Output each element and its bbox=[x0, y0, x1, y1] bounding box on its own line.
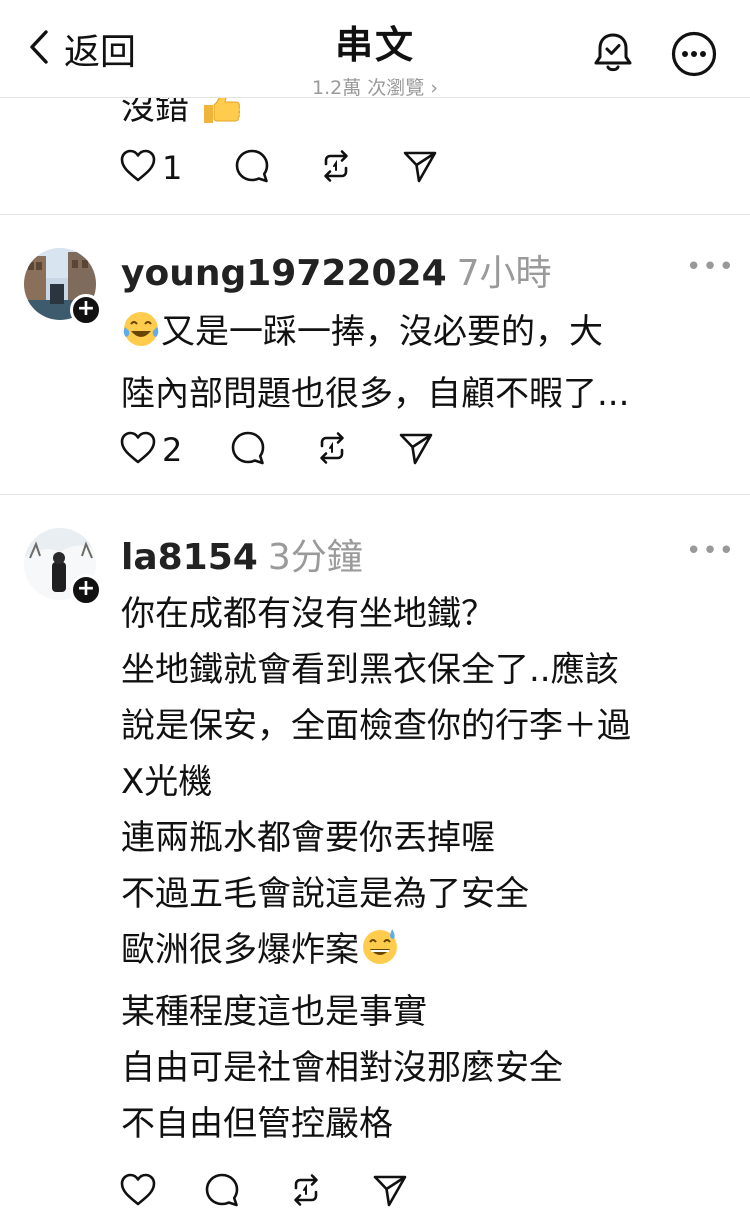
more-options-button[interactable]: ••• bbox=[686, 536, 735, 566]
share-button[interactable] bbox=[372, 1172, 408, 1212]
post-text-line: X光機 bbox=[121, 762, 213, 802]
like-button[interactable]: 2 bbox=[120, 431, 182, 469]
post-text-line: 坐地鐵就會看到黑衣保全了..應該 bbox=[121, 650, 619, 690]
more-options-button[interactable]: ••• bbox=[686, 252, 735, 282]
comment-icon bbox=[234, 148, 270, 188]
heart-icon bbox=[120, 1173, 156, 1211]
post-text-line: 自由可是社會相對沒那麼安全 bbox=[121, 1048, 563, 1088]
post-text-line: 不自由但管控嚴格 bbox=[121, 1104, 393, 1144]
post-actions bbox=[120, 1172, 408, 1212]
repost-button[interactable] bbox=[314, 430, 350, 470]
like-button[interactable] bbox=[120, 1173, 156, 1211]
post-2: + young19722024 7小時 ••• 又是一踩一捧，沒必要的，大 陸內部… bbox=[0, 214, 750, 494]
post-text: 又是一踩一捧，沒必要的，大 陸內部問題也很多，自顧不暇了... bbox=[121, 304, 731, 422]
post-text: 你在成都有沒有坐地鐵？ 坐地鐵就會看到黑衣保全了..應該 說是保安，全面檢查你的… bbox=[121, 586, 731, 1152]
grinning-sweat-emoji-icon bbox=[359, 925, 401, 984]
tears-of-joy-emoji-icon bbox=[121, 309, 161, 366]
repost-button[interactable] bbox=[288, 1172, 324, 1212]
header-title-block: 串文 1.2萬 次瀏覽 › bbox=[0, 14, 750, 100]
repost-icon bbox=[288, 1172, 324, 1212]
share-button[interactable] bbox=[402, 148, 438, 188]
reply-button[interactable] bbox=[204, 1172, 240, 1212]
post-timestamp: 7小時 bbox=[456, 253, 552, 294]
follow-plus-button[interactable]: + bbox=[70, 294, 102, 326]
more-horizontal-circle-icon bbox=[670, 31, 718, 82]
post-text-line: 不過五毛會說這是為了安全 bbox=[121, 874, 529, 914]
bell-check-icon bbox=[590, 33, 636, 80]
top-navigation-bar: 返回 串文 1.2萬 次瀏覽 › bbox=[0, 0, 750, 100]
view-count-link[interactable]: 1.2萬 次瀏覽 › bbox=[0, 73, 750, 100]
heart-icon bbox=[120, 431, 156, 469]
post-actions: 2 bbox=[120, 430, 434, 470]
heart-icon bbox=[120, 149, 156, 187]
post-text-line: 你在成都有沒有坐地鐵？ bbox=[121, 594, 495, 634]
send-icon bbox=[402, 148, 438, 188]
username-link[interactable]: la8154 bbox=[121, 537, 258, 578]
post-text-line: 說是保安，全面檢查你的行李＋過 bbox=[121, 706, 631, 746]
post-text-line: 連兩瓶水都會要你丟掉喔 bbox=[121, 818, 495, 858]
post-author-line: la8154 3分鐘 bbox=[121, 528, 363, 580]
like-count: 2 bbox=[162, 431, 183, 469]
post-3: + la8154 3分鐘 ••• 你在成都有沒有坐地鐵？ 坐地鐵就會看到黑衣保全了… bbox=[0, 494, 750, 1231]
post-actions: 1 bbox=[120, 148, 438, 188]
comment-icon bbox=[230, 430, 266, 470]
post-timestamp: 3分鐘 bbox=[267, 537, 363, 578]
post-text-line: 某種程度這也是事實 bbox=[121, 992, 427, 1032]
post-text-line: 又是一踩一捧，沒必要的，大 bbox=[161, 312, 603, 352]
username-link[interactable]: young19722024 bbox=[121, 253, 447, 294]
share-button[interactable] bbox=[398, 430, 434, 470]
follow-plus-button[interactable]: + bbox=[70, 574, 102, 606]
post-author-line: young19722024 7小時 bbox=[121, 244, 552, 296]
comment-icon bbox=[204, 1172, 240, 1212]
reply-button[interactable] bbox=[230, 430, 266, 470]
repost-icon bbox=[318, 148, 354, 188]
reply-button[interactable] bbox=[234, 148, 270, 188]
page-title: 串文 bbox=[334, 23, 415, 67]
post-text-line: 陸內部問題也很多，自顧不暇了... bbox=[121, 374, 630, 414]
like-count: 1 bbox=[162, 149, 183, 187]
post-text-line: 歐洲很多爆炸案 bbox=[121, 930, 359, 970]
notification-button[interactable] bbox=[590, 30, 636, 80]
repost-icon bbox=[314, 430, 350, 470]
like-button[interactable]: 1 bbox=[120, 149, 182, 187]
send-icon bbox=[372, 1172, 408, 1212]
more-menu-button[interactable] bbox=[670, 30, 718, 82]
repost-button[interactable] bbox=[318, 148, 354, 188]
send-icon bbox=[398, 430, 434, 470]
